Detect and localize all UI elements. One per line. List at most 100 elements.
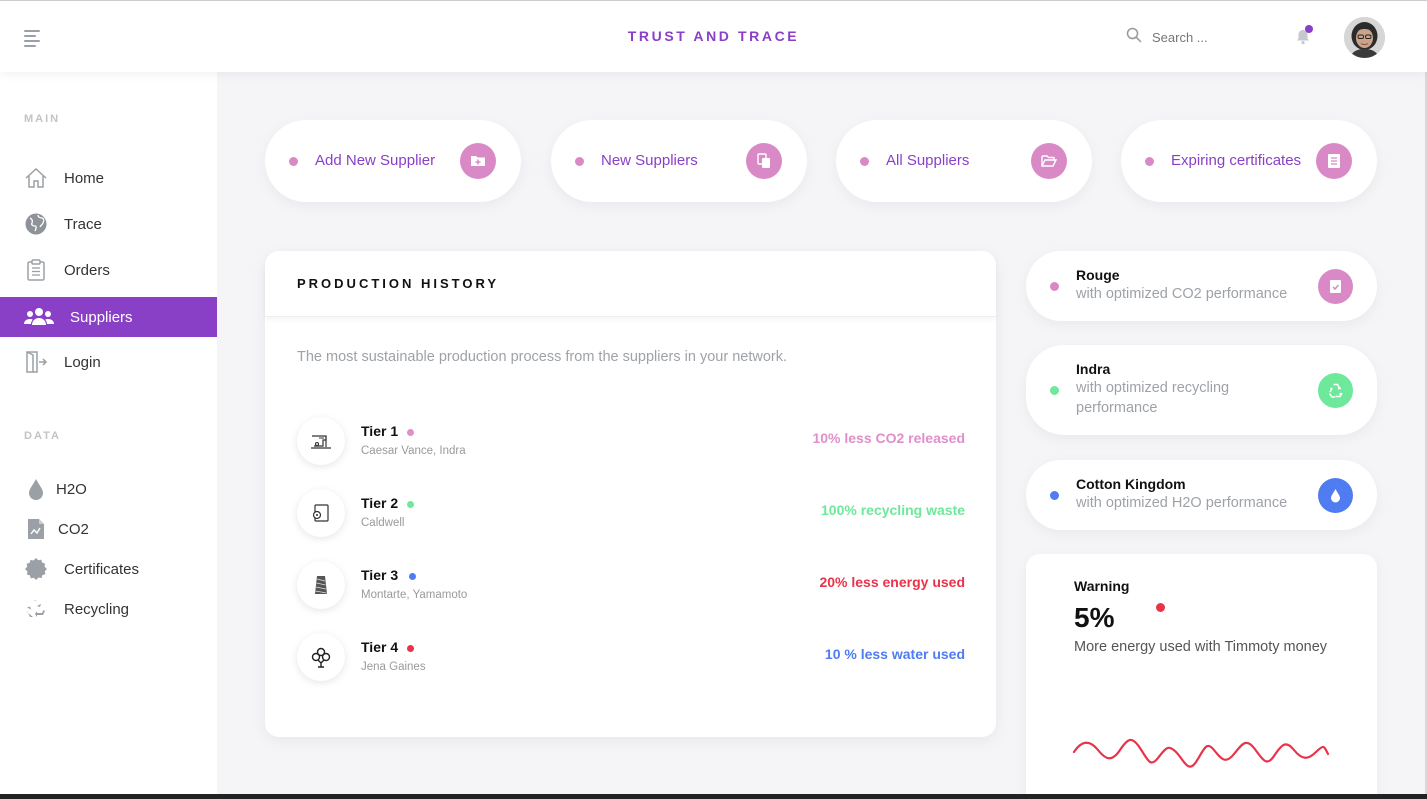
energy-sparkline: [1072, 738, 1330, 768]
clipboard-list-icon: [1316, 143, 1352, 179]
sidebar-item-label: CO2: [58, 521, 89, 538]
window-bottom-edge: [0, 794, 1427, 799]
sidebar-item-co2[interactable]: CO2: [0, 509, 217, 549]
tier-metric: 10 % less water used: [824, 646, 965, 662]
bullet-dot: [1050, 491, 1059, 500]
tier-status-dot: [407, 429, 414, 436]
sidebar-section-main: MAIN: [24, 113, 61, 125]
card-header: PRODUCTION HISTORY: [265, 251, 996, 317]
add-new-supplier-button[interactable]: Add New Supplier: [265, 120, 521, 202]
copy-icon: [746, 143, 782, 179]
tier-name: Tier 4: [361, 639, 399, 655]
search-icon[interactable]: [1126, 27, 1142, 43]
sidebar-item-label: Certificates: [64, 561, 140, 578]
sewing-machine-icon: [297, 417, 345, 465]
folder-open-icon: [1031, 143, 1067, 179]
supplier-desc: with optimized CO2 performance: [1076, 286, 1288, 302]
tier-suppliers: Caldwell: [361, 517, 405, 529]
supplier-name: Cotton Kingdom: [1076, 476, 1186, 492]
tier-suppliers: Caesar Vance, Indra: [361, 445, 466, 457]
quick-action-label: New Suppliers: [601, 152, 698, 169]
sidebar-item-trace[interactable]: Trace: [0, 204, 217, 244]
menu-toggle-icon[interactable]: [24, 30, 40, 47]
tier-name: Tier 2: [361, 495, 399, 511]
tier-name: Tier 3: [361, 567, 399, 583]
bullet-dot: [1050, 386, 1059, 395]
file-chart-icon: [28, 519, 44, 539]
sidebar-item-h2o[interactable]: H2O: [0, 469, 217, 509]
sidebar-item-label: Trace: [64, 216, 102, 233]
search-box: [1126, 27, 1266, 47]
search-input[interactable]: [1152, 28, 1262, 46]
tier-metric: 10% less CO2 released: [812, 430, 965, 446]
tier-name: Tier 1: [361, 423, 399, 439]
sidebar-item-label: Suppliers: [70, 309, 133, 326]
sidebar-item-label: H2O: [56, 481, 87, 498]
clipboard-check-icon: [1318, 269, 1353, 304]
supplier-card-indra[interactable]: Indra with optimized recycling performan…: [1026, 345, 1377, 435]
warning-status-dot: [1156, 603, 1165, 612]
sidebar-item-label: Login: [64, 354, 101, 371]
bullet-dot: [575, 157, 584, 166]
expiring-certificates-button[interactable]: Expiring certificates: [1121, 120, 1377, 202]
bullet-dot: [1050, 282, 1059, 291]
cotton-flower-icon: [297, 633, 345, 681]
tier-status-dot: [407, 645, 414, 652]
bullet-dot: [289, 157, 298, 166]
tier-metric: 100% recycling waste: [821, 502, 965, 518]
sidebar-item-label: Recycling: [64, 601, 130, 618]
tier-suppliers: Montarte, Yamamoto: [361, 589, 468, 601]
water-drop-icon: [1318, 478, 1353, 513]
tier-status-dot: [407, 501, 414, 508]
supplier-card-cotton-kingdom[interactable]: Cotton Kingdom with optimized H2O perfor…: [1026, 460, 1377, 530]
sidebar-section-data: DATA: [24, 430, 61, 442]
users-icon: [24, 308, 54, 325]
water-drop-icon: [29, 479, 43, 500]
bullet-dot: [860, 157, 869, 166]
globe-icon: [25, 213, 47, 235]
tier-status-dot: [409, 573, 416, 580]
fabric-roll-icon: [297, 489, 345, 537]
warning-desc: More energy used with Timmoty money: [1074, 639, 1328, 655]
tier-row: Tier 2 Caldwell 100% recycling waste: [297, 489, 965, 539]
door-icon: [26, 351, 48, 373]
supplier-desc: with optimized H2O performance: [1076, 495, 1288, 511]
folder-plus-icon: [460, 143, 496, 179]
quick-action-label: Add New Supplier: [315, 152, 436, 169]
card-title: PRODUCTION HISTORY: [297, 276, 500, 291]
warning-card: Warning 5% More energy used with Timmoty…: [1026, 554, 1377, 799]
supplier-name: Indra: [1076, 361, 1111, 377]
yarn-spool-icon: [297, 561, 345, 609]
quick-action-label: All Suppliers: [886, 152, 970, 169]
supplier-desc: with optimized recycling performance: [1076, 380, 1230, 416]
quick-action-label: Expiring certificates: [1171, 152, 1302, 169]
production-history-card: PRODUCTION HISTORY The most sustainable …: [265, 251, 996, 737]
sidebar-item-suppliers[interactable]: Suppliers: [0, 297, 217, 337]
tier-metric: 20% less energy used: [819, 574, 965, 590]
warning-title: Warning: [1074, 578, 1130, 594]
sidebar-item-orders[interactable]: Orders: [0, 250, 217, 290]
recycle-icon: [1318, 373, 1353, 408]
sidebar-item-label: Home: [64, 170, 105, 187]
new-suppliers-button[interactable]: New Suppliers: [551, 120, 807, 202]
supplier-card-rouge[interactable]: Rouge with optimized CO2 performance: [1026, 251, 1377, 321]
sidebar-item-label: Orders: [64, 262, 110, 279]
sidebar-item-login[interactable]: Login: [0, 342, 217, 382]
all-suppliers-button[interactable]: All Suppliers: [836, 120, 1092, 202]
certificate-icon: [25, 558, 47, 580]
tier-row: Tier 3 Montarte, Yamamoto 20% less energ…: [297, 561, 965, 611]
home-icon: [25, 167, 47, 188]
tier-suppliers: Jena Gaines: [361, 661, 426, 673]
tier-row: Tier 1 Caesar Vance, Indra 10% less CO2 …: [297, 417, 965, 467]
recycle-icon: [27, 600, 45, 617]
user-avatar[interactable]: [1344, 17, 1385, 58]
bullet-dot: [1145, 157, 1154, 166]
sidebar-item-recycling[interactable]: Recycling: [0, 589, 217, 629]
clipboard-icon: [27, 259, 45, 281]
sidebar-item-home[interactable]: Home: [0, 158, 217, 198]
sidebar-item-certificates[interactable]: Certificates: [0, 549, 217, 589]
warning-value: 5%: [1074, 602, 1115, 633]
tier-row: Tier 4 Jena Gaines 10 % less water used: [297, 633, 965, 683]
supplier-name: Rouge: [1076, 267, 1120, 283]
card-subtitle: The most sustainable production process …: [297, 349, 788, 365]
